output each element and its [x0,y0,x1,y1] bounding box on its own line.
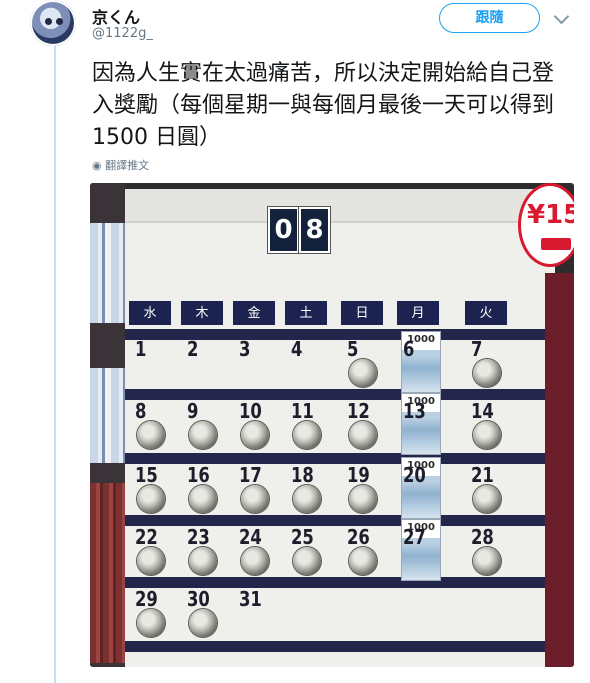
coin [473,421,501,449]
coin [349,421,377,449]
coin [241,547,269,575]
avatar-eye-icon [45,18,52,25]
coin [293,547,321,575]
day-number: 7 [471,337,483,361]
day-number: 17 [239,463,262,487]
day-number: 10 [239,399,262,423]
day-number: 3 [239,337,251,361]
weekday-tab: 火 [465,301,507,325]
coin [137,421,165,449]
day-number: 29 [135,587,158,611]
weekday-tab: 日 [341,301,383,325]
day-number: 18 [291,463,314,487]
day-number: 11 [291,399,314,423]
coin [349,547,377,575]
day-number: 30 [187,587,210,611]
coin [189,421,217,449]
day-number: 6 [403,337,415,361]
coin [189,547,217,575]
price-sub-label [541,238,571,250]
day-number: 8 [135,399,147,423]
weekday-tab: 月 [397,301,439,325]
day-number: 5 [347,337,359,361]
pocket-calendar: 0 8 水木金土日月火 1 2 3 4 5 1000 6 7 8 9 10 11 12 1000 13 14 15… [125,189,555,667]
books [90,483,125,663]
pocket-stripe [125,641,555,652]
day-number: 22 [135,525,158,549]
globe-icon: ◉ [92,159,102,172]
day-number: 13 [403,399,426,423]
coin [473,485,501,513]
avatar-eye-icon [56,18,63,25]
coin [241,421,269,449]
coin [349,485,377,513]
coin [293,485,321,513]
coin [137,485,165,513]
chart-rod [125,189,555,223]
day-number: 9 [187,399,199,423]
day-number: 12 [347,399,370,423]
day-number: 20 [403,463,426,487]
coin [473,359,501,387]
day-number: 2 [187,337,199,361]
day-number: 14 [471,399,494,423]
day-number: 26 [347,525,370,549]
chart-edge [545,273,574,667]
user-handle[interactable]: @1122g_ [92,26,153,41]
translate-label: 翻譯推文 [105,159,150,172]
weekday-tab: 金 [233,301,275,325]
weekday-tab: 木 [181,301,223,325]
day-number: 15 [135,463,158,487]
coin [473,547,501,575]
day-number: 24 [239,525,262,549]
display-name[interactable]: 京くん [92,4,140,28]
coin [241,485,269,513]
day-number: 25 [291,525,314,549]
day-number: 4 [291,337,303,361]
month-digit: 8 [299,207,330,253]
coin [137,547,165,575]
coin [137,609,165,637]
chevron-down-icon[interactable] [553,8,570,25]
tweet-text: 因為人生實在太過痛苦，所以決定開始給自己登入獎勵（每個星期一與每個月最後一天可以… [92,61,555,150]
price-text: ¥15 [527,200,574,230]
thread-line [54,0,56,683]
day-number: 19 [347,463,370,487]
coin [293,421,321,449]
books [90,368,125,463]
month-digit: 0 [268,207,299,253]
day-number: 1 [135,337,147,361]
avatar[interactable] [30,0,76,46]
day-number: 21 [471,463,494,487]
weekday-tab: 土 [285,301,327,325]
tweet-photo[interactable]: 0 8 水木金土日月火 1 2 3 4 5 1000 6 7 8 9 10 11 12 1000 13 14 15… [90,183,574,667]
price-badge: ¥15 [518,183,574,267]
day-number: 23 [187,525,210,549]
weekday-tab: 水 [129,301,171,325]
day-number: 16 [187,463,210,487]
follow-button[interactable]: 跟隨 [439,3,540,33]
day-number: 27 [403,525,426,549]
translate-link[interactable]: ◉ 翻譯推文 [92,157,149,173]
coin [189,485,217,513]
coin [349,359,377,387]
day-number: 31 [239,587,262,611]
day-number: 28 [471,525,494,549]
coin [189,609,217,637]
books [90,223,125,323]
